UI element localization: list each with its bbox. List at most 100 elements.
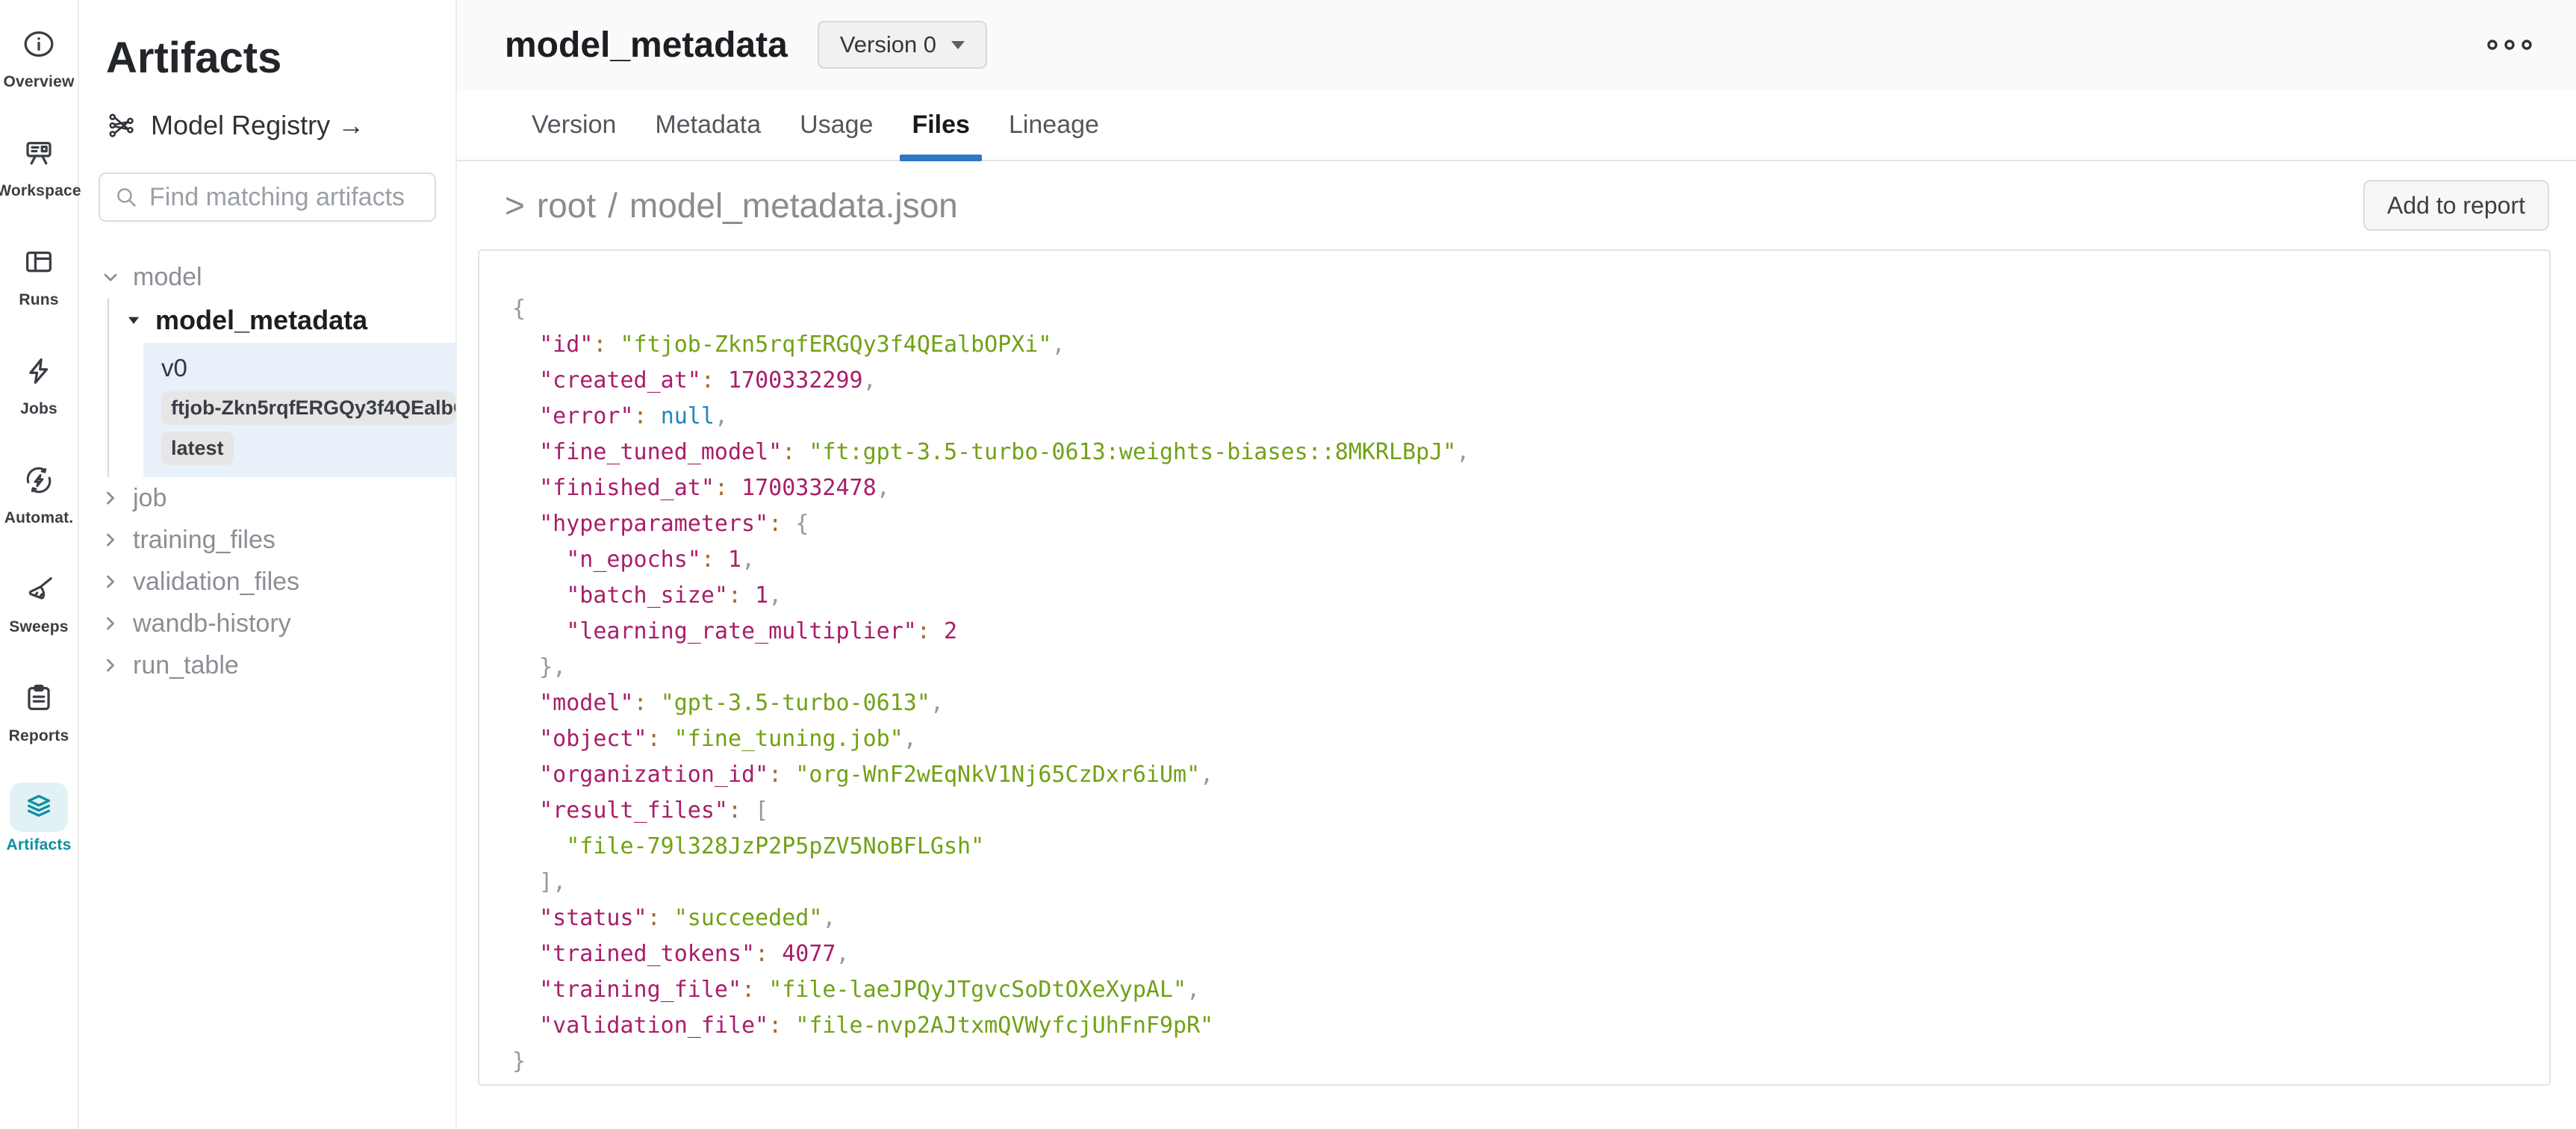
overflow-menu-button[interactable]	[2485, 35, 2534, 55]
code-line: "file-79l328JzP2P5pZV5NoBFLGsh"	[512, 829, 2516, 865]
code-line: "fine_tuned_model": "ft:gpt-3.5-turbo-06…	[512, 435, 2516, 470]
sidebar-item-sweeps[interactable]: Sweeps	[0, 564, 78, 636]
tree-item-run-table[interactable]: run_table	[79, 644, 455, 686]
code-line: "trained_tokens": 4077,	[512, 936, 2516, 972]
tab-files[interactable]: Files	[892, 90, 989, 160]
version-dropdown[interactable]: Version 0	[818, 21, 987, 69]
tab-version[interactable]: Version	[512, 90, 635, 160]
sidebar-item-runs[interactable]: Runs	[0, 237, 78, 309]
chevron-right-icon	[100, 613, 121, 634]
alias-row-ftjob[interactable]: ftjob-Zkn5rqfERGQy3f4QEalbOPXi	[143, 388, 455, 428]
lightning-icon	[10, 346, 68, 396]
sidebar-item-label: Runs	[19, 291, 58, 309]
code-line: "batch_size": 1,	[512, 578, 2516, 614]
sidebar-item-label: Workspace	[0, 182, 81, 200]
breadcrumb-separator: /	[608, 185, 617, 226]
breadcrumb: > root / model_metadata.json	[505, 185, 958, 226]
tab-lineage[interactable]: Lineage	[989, 90, 1119, 160]
workspace-icon	[10, 128, 68, 178]
artifacts-sidebar-panel: Artifacts Model Registry → model model_m…	[79, 0, 457, 1129]
add-to-report-button[interactable]: Add to report	[2363, 180, 2549, 231]
tab-bar: Version Metadata Usage Files Lineage	[457, 90, 2576, 161]
broom-icon	[10, 564, 68, 614]
json-code: { "id": "ftjob-Zkn5rqfERGQy3f4QEalbOPXi"…	[512, 291, 2516, 1080]
chevron-right-icon	[100, 488, 121, 508]
sidebar-item-label: Artifacts	[7, 836, 72, 854]
search-input[interactable]	[149, 183, 421, 212]
artifact-tree: model model_metadata v0 ftjob-Zkn5rqfERG…	[79, 256, 455, 686]
layers-icon	[10, 783, 68, 832]
code-line: "training_file": "file-laeJPQyJTgvcSoDtO…	[512, 972, 2516, 1008]
artifact-search-box[interactable]	[99, 172, 436, 222]
tab-metadata[interactable]: Metadata	[635, 90, 780, 160]
model-registry-label: Model Registry →	[151, 110, 364, 141]
artifact-title: model_metadata	[505, 25, 788, 66]
chevron-down-icon	[951, 41, 965, 49]
sidebar-item-automations[interactable]: Automat.	[0, 455, 78, 527]
sidebar-item-artifacts[interactable]: Artifacts	[0, 783, 78, 854]
code-line: ],	[512, 865, 2516, 901]
chevron-right-icon	[100, 655, 121, 676]
info-icon	[10, 19, 68, 69]
sidebar-item-label: Sweeps	[9, 618, 68, 636]
code-line: }	[512, 1044, 2516, 1080]
code-line: "n_epochs": 1,	[512, 542, 2516, 578]
model-registry-link[interactable]: Model Registry →	[106, 110, 429, 141]
main-content: model_metadata Version 0 Version Metadat…	[457, 0, 2576, 1129]
tab-label: Usage	[800, 111, 873, 140]
tree-item-model[interactable]: model	[79, 256, 455, 298]
file-breadcrumb-row: > root / model_metadata.json Add to repo…	[457, 161, 2576, 249]
tree-item-label: validation_files	[133, 567, 299, 597]
tree-item-label: model_metadata	[155, 305, 367, 336]
tree-item-version-v0[interactable]: v0	[143, 349, 455, 388]
sidebar-item-jobs[interactable]: Jobs	[0, 346, 78, 418]
tree-item-label: training_files	[133, 526, 276, 555]
json-file-viewer: { "id": "ftjob-Zkn5rqfERGQy3f4QEalbOPXi"…	[478, 249, 2551, 1086]
code-line: "id": "ftjob-Zkn5rqfERGQy3f4QEalbOPXi",	[512, 327, 2516, 363]
sidebar-item-reports[interactable]: Reports	[0, 674, 78, 745]
tab-label: Metadata	[655, 111, 761, 140]
version-label: v0	[161, 354, 187, 382]
code-line: "result_files": [	[512, 793, 2516, 829]
tree-item-training-files[interactable]: training_files	[79, 519, 455, 561]
alias-row-latest[interactable]: latest	[143, 428, 455, 468]
code-line: "status": "succeeded",	[512, 901, 2516, 936]
breadcrumb-filename: model_metadata.json	[629, 185, 958, 226]
code-line: "hyperparameters": {	[512, 506, 2516, 542]
tree-item-label: model	[133, 263, 202, 292]
tab-label: Lineage	[1009, 111, 1099, 140]
tab-label: Version	[532, 111, 616, 140]
page-title: Artifacts	[79, 33, 455, 83]
tree-item-wandb-history[interactable]: wandb-history	[79, 603, 455, 644]
code-line: "organization_id": "org-WnF2wEqNkV1Nj65C…	[512, 757, 2516, 793]
ellipsis-icon	[2485, 35, 2534, 55]
tree-item-label: wandb-history	[133, 609, 291, 638]
model-registry-icon	[106, 110, 137, 141]
tree-item-label: run_table	[133, 651, 239, 680]
tree-item-validation-files[interactable]: validation_files	[79, 561, 455, 603]
tree-item-label: job	[133, 484, 167, 513]
code-line: "error": null,	[512, 399, 2516, 435]
code-line: "validation_file": "file-nvp2AJtxmQVWyfc…	[512, 1008, 2516, 1044]
app-window: Overview Workspace Runs Jobs Automat.	[0, 0, 2576, 1129]
breadcrumb-caret: >	[505, 185, 525, 226]
sidebar-item-label: Automat.	[4, 509, 74, 527]
code-line: "created_at": 1700332299,	[512, 363, 2516, 399]
code-line: "learning_rate_multiplier": 2	[512, 614, 2516, 650]
tab-label: Files	[912, 111, 969, 140]
table-icon	[10, 237, 68, 287]
version-dropdown-label: Version 0	[840, 31, 936, 58]
chevron-down-icon	[100, 267, 121, 287]
chevron-right-icon	[100, 529, 121, 550]
tree-item-model-metadata[interactable]: model_metadata	[109, 298, 455, 343]
tree-item-job[interactable]: job	[79, 477, 455, 519]
sidebar-item-overview[interactable]: Overview	[0, 19, 78, 91]
tree-group-model: model_metadata v0 ftjob-Zkn5rqfERGQy3f4Q…	[108, 298, 455, 477]
tab-usage[interactable]: Usage	[780, 90, 892, 160]
code-line: "model": "gpt-3.5-turbo-0613",	[512, 685, 2516, 721]
breadcrumb-root-link[interactable]: root	[537, 185, 596, 226]
code-line: "finished_at": 1700332478,	[512, 470, 2516, 506]
chevron-right-icon	[100, 571, 121, 592]
artifact-header: model_metadata Version 0	[457, 0, 2576, 90]
sidebar-item-workspace[interactable]: Workspace	[0, 128, 78, 200]
